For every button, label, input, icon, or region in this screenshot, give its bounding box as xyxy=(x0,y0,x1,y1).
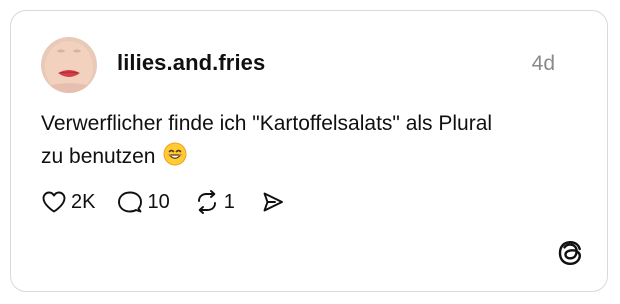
speech-bubble-icon xyxy=(117,190,143,214)
post-text-line-1: Verwerflicher finde ich "Kartoffelsalats… xyxy=(41,112,493,135)
post-time: 4d xyxy=(531,52,555,75)
reply-count: 10 xyxy=(147,190,170,213)
share-button[interactable] xyxy=(261,190,285,214)
repost-button[interactable]: 1 xyxy=(194,190,235,214)
repost-count: 1 xyxy=(223,190,235,213)
threads-logo-icon[interactable] xyxy=(557,239,583,267)
heart-icon xyxy=(41,190,67,214)
action-bar: 2K 10 1 xyxy=(41,189,285,215)
avatar[interactable] xyxy=(41,37,97,93)
send-icon xyxy=(261,190,285,214)
like-button[interactable]: 2K xyxy=(41,190,95,214)
like-count: 2K xyxy=(71,190,96,213)
reply-button[interactable]: 10 xyxy=(117,190,170,214)
repost-icon xyxy=(194,190,220,214)
post-text: Verwerflicher finde ich "Kartoffelsalats… xyxy=(41,107,561,176)
post-text-line-2: zu benutzen xyxy=(41,145,156,168)
username[interactable]: lilies.and.fries xyxy=(117,50,265,76)
post-card[interactable]: lilies.and.fries 4d Verwerflicher finde … xyxy=(10,10,608,292)
smiling-face-emoji-icon xyxy=(163,142,187,176)
